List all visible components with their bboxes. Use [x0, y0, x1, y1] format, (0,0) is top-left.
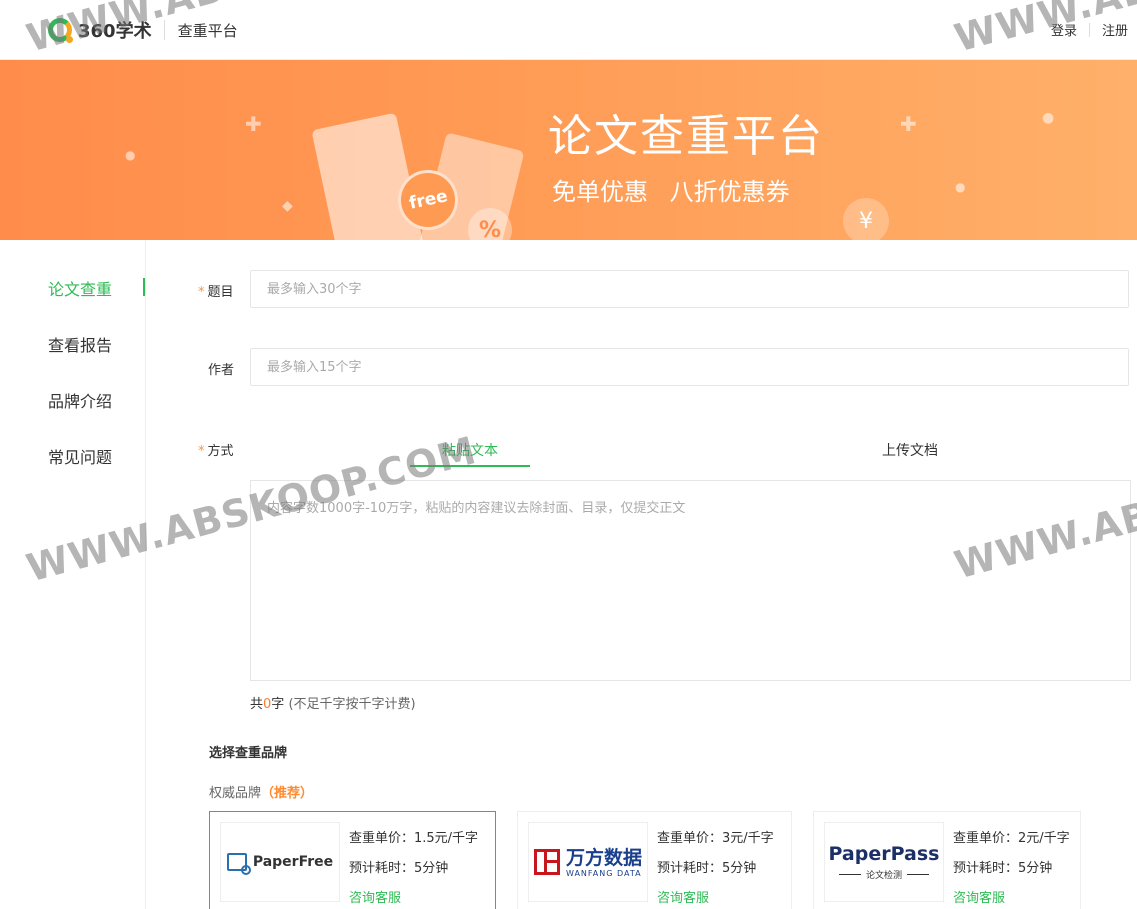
platform-name: 查重平台	[177, 21, 238, 40]
tab-upload-document[interactable]: 上传文档	[850, 440, 970, 460]
register-link[interactable]: 注册	[1102, 20, 1128, 39]
banner-title: 论文查重平台	[548, 111, 824, 162]
brand-group-label: 权威品牌（推荐）	[209, 786, 314, 801]
logo-ring-icon	[48, 18, 73, 43]
brand-time: 预计耗时：5分钟	[349, 861, 449, 876]
logo-text: 360学术	[78, 21, 152, 42]
book-search-icon	[226, 853, 251, 875]
logo[interactable]: 360学术 查重平台	[48, 17, 238, 43]
title-label: * 题目	[198, 285, 234, 300]
login-link[interactable]: 登录	[1051, 20, 1077, 39]
brand-card-info: 查重单价：3元/千字 预计耗时：5分钟 咨询客服	[657, 824, 774, 909]
recommended-tag: （推荐）	[261, 786, 314, 801]
plus-sparkle-icon: ✚	[245, 112, 262, 136]
required-mark: *	[198, 444, 205, 459]
wanfang-mark-icon	[533, 849, 560, 875]
top-bar: 360学术 查重平台 登录 注册	[0, 0, 1137, 60]
sparkle-icon: ●	[955, 180, 966, 194]
paperpass-logo: PaperPass 论文检测	[824, 822, 944, 902]
required-mark: *	[198, 285, 205, 300]
plus-sparkle-icon: ✚	[900, 112, 917, 136]
paperfree-logo: PaperFree	[220, 822, 340, 902]
content-textarea[interactable]	[250, 480, 1131, 681]
consult-service-link[interactable]: 咨询客服	[953, 884, 1070, 909]
sidebar-item-report[interactable]: 查看报告	[48, 332, 146, 356]
brand-card-info: 查重单价：1.5元/千字 预计耗时：5分钟 咨询客服	[349, 824, 478, 909]
sidebar-item-faq[interactable]: 常见问题	[48, 444, 146, 468]
brand-time: 预计耗时：5分钟	[953, 861, 1053, 876]
title-input[interactable]	[250, 270, 1129, 308]
sparkle-icon: ●	[1042, 110, 1055, 126]
author-label: 作者	[208, 363, 235, 378]
yen-coin-icon: ¥	[843, 198, 889, 240]
auth-divider	[1088, 22, 1090, 37]
brand-price: 查重单价：3元/千字	[657, 831, 774, 846]
method-label: * 方式	[198, 444, 234, 459]
author-input[interactable]	[250, 348, 1129, 386]
brand-card-info: 查重单价：2元/千字 预计耗时：5分钟 咨询客服	[953, 824, 1070, 909]
brand-card-paperpass[interactable]: PaperPass 论文检测 查重单价：2元/千字 预计耗时：5分钟 咨询客服	[813, 811, 1081, 909]
sidebar: 论文查重 查看报告 品牌介绍 常见问题	[0, 240, 146, 909]
brand-price: 查重单价：1.5元/千字	[349, 831, 479, 846]
logo-divider	[163, 20, 165, 40]
promo-banner[interactable]: free % ¥ ✚ ✚ ● ● ● ◆ 论文查重平台 免单优惠 八折优惠券	[0, 60, 1137, 240]
consult-service-link[interactable]: 咨询客服	[349, 884, 478, 909]
wanfang-logo: 万方数据 WANFANG DATA	[528, 822, 648, 902]
brand-section-title: 选择查重品牌	[209, 746, 288, 761]
sidebar-item-brands[interactable]: 品牌介绍	[48, 388, 146, 412]
brand-card-paperfree[interactable]: PaperFree 查重单价：1.5元/千字 预计耗时：5分钟 咨询客服	[209, 811, 496, 909]
sidebar-item-check[interactable]: 论文查重	[48, 276, 146, 300]
brand-card-wanfang[interactable]: 万方数据 WANFANG DATA 查重单价：3元/千字 预计耗时：5分钟 咨询客…	[517, 811, 792, 909]
tab-paste-text[interactable]: 粘贴文本	[410, 440, 530, 467]
auth-links: 登录 注册	[1051, 20, 1128, 39]
sparkle-icon: ●	[125, 148, 136, 162]
brand-time: 预计耗时：5分钟	[657, 861, 757, 876]
banner-subtitle: 免单优惠 八折优惠券	[552, 178, 790, 206]
word-count: 共0字 (不足千字按千字计费)	[250, 697, 416, 712]
free-coin-icon: free	[398, 170, 458, 230]
word-count-note: (不足千字按千字计费)	[288, 697, 416, 712]
brand-price: 查重单价：2元/千字	[953, 831, 1070, 846]
sparkle-icon: ◆	[282, 198, 293, 214]
consult-service-link[interactable]: 咨询客服	[657, 884, 774, 909]
